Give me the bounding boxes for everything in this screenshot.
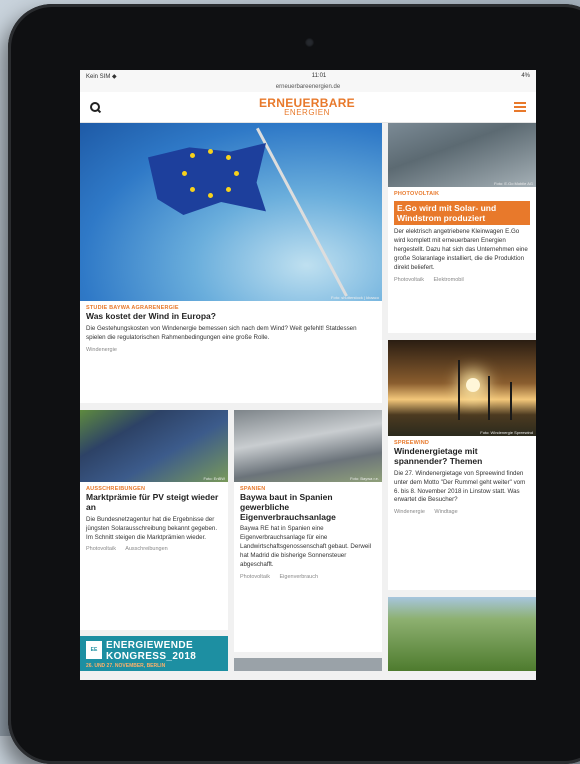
article-title[interactable]: Baywa baut in Spanien gewerbliche Eigenv… bbox=[240, 492, 376, 522]
tag-link[interactable]: Photovoltaik bbox=[394, 277, 424, 283]
image-credit: Foto: Windenergie Spreewind bbox=[480, 430, 533, 435]
address-bar[interactable]: erneuerbareenergien.de bbox=[80, 82, 536, 92]
status-bar: Kein SIM ◆ 11:01 4% bbox=[80, 70, 536, 82]
image-credit: Foto: E.Go Mobile AG bbox=[494, 181, 533, 186]
rooftop-solar-image[interactable]: Foto: Baywa r.e. bbox=[234, 410, 382, 482]
article-card-partial[interactable] bbox=[234, 658, 382, 671]
image-credit: Foto: EnBW bbox=[203, 476, 225, 481]
flag-star bbox=[226, 155, 231, 160]
front-camera bbox=[305, 38, 314, 47]
flag-star bbox=[208, 149, 213, 154]
article-title[interactable]: E.Go wird mit Solar- und Windstrom produ… bbox=[394, 201, 530, 226]
article-card-ego[interactable]: Foto: E.Go Mobile AG Photovoltaik E.Go w… bbox=[388, 123, 536, 333]
clock: 11:01 bbox=[311, 73, 327, 79]
energiewende-kongress-banner[interactable]: EE ENERGIEWENDE KONGRESS_2018 26. UND 27… bbox=[80, 636, 228, 671]
url-text: erneuerbareenergien.de bbox=[275, 84, 341, 90]
tag-link[interactable]: Eigenverbrauch bbox=[280, 574, 319, 580]
tag-link[interactable]: Windenergie bbox=[86, 347, 117, 353]
article-teaser: Die Bundesnetzagentur hat die Ergebnisse… bbox=[86, 515, 218, 541]
search-icon[interactable] bbox=[90, 102, 100, 112]
sun bbox=[466, 378, 480, 392]
wind-turbine bbox=[458, 360, 460, 420]
image-credit: Foto: shutterstock | kbaaco bbox=[331, 295, 379, 300]
banner-line-1: ENERGIEWENDE bbox=[106, 640, 194, 651]
flag-star bbox=[182, 171, 187, 176]
tag-link[interactable]: Photovoltaik bbox=[86, 546, 116, 552]
site-logo[interactable]: ERNEUERBARE ENERGIEN bbox=[259, 97, 355, 117]
tag-link[interactable]: Windtage bbox=[434, 509, 457, 515]
tag-link[interactable]: Photovoltaik bbox=[240, 574, 270, 580]
article-card-baywa[interactable]: Foto: Baywa r.e. Spanien Baywa baut in S… bbox=[234, 410, 382, 652]
site-header: ERNEUERBARE ENERGIEN bbox=[80, 92, 536, 123]
article-tags: Windenergie bbox=[86, 347, 376, 353]
article-teaser: Der elektrisch angetriebene Kleinwagen E… bbox=[394, 228, 528, 272]
image-credit: Foto: Baywa r.e. bbox=[350, 476, 379, 481]
wind-turbines-sunset-image[interactable]: Foto: Windenergie Spreewind bbox=[388, 340, 536, 436]
kongress-badge: EE bbox=[86, 641, 102, 659]
green-landscape-image[interactable] bbox=[388, 597, 536, 671]
article-tags: Photovoltaik Elektromobil bbox=[394, 277, 530, 283]
banner-line-3: 26. UND 27. NOVEMBER, BERLIN bbox=[86, 663, 166, 669]
flag-star bbox=[190, 187, 195, 192]
article-tags: Photovoltaik Ausschreibungen bbox=[86, 546, 222, 552]
logo-line-2: ENERGIEN bbox=[284, 108, 330, 117]
wind-turbine bbox=[510, 382, 512, 420]
article-grid: Foto: shutterstock | kbaaco Studie Baywa… bbox=[80, 123, 536, 671]
flag-star bbox=[190, 153, 195, 158]
article-title[interactable]: Windenergietage mit spannender? Themen bbox=[394, 446, 530, 467]
battery-text: 4% bbox=[521, 73, 530, 79]
tag-link[interactable]: Elektromobil bbox=[434, 277, 464, 283]
tablet-screen: Kein SIM ◆ 11:01 4% erneuerbareenergien.… bbox=[80, 70, 536, 680]
article-card-windtage[interactable]: Foto: Windenergie Spreewind Spreewind Wi… bbox=[388, 340, 536, 590]
article-title[interactable]: Was kostet der Wind in Europa? bbox=[86, 311, 376, 322]
eu-flag-image[interactable]: Foto: shutterstock | kbaaco bbox=[80, 123, 382, 301]
flagpole bbox=[256, 127, 348, 297]
flag-star bbox=[226, 187, 231, 192]
article-teaser: Die Gestehungskosten von Windenergie bem… bbox=[86, 324, 357, 341]
wind-turbine bbox=[488, 376, 490, 420]
article-card-pv[interactable]: Foto: EnBW Ausschreibungen Marktprämie f… bbox=[80, 410, 228, 630]
factory-aerial-image[interactable]: Foto: E.Go Mobile AG bbox=[388, 123, 536, 187]
tag-link[interactable]: Windenergie bbox=[394, 509, 425, 515]
article-teaser: Die 27. Windenergietage von Spreewind fi… bbox=[394, 469, 526, 504]
tablet-frame: Kein SIM ◆ 11:01 4% erneuerbareenergien.… bbox=[8, 4, 580, 764]
carrier-text: Kein SIM ◆ bbox=[86, 73, 117, 80]
article-card-main[interactable]: Foto: shutterstock | kbaaco Studie Baywa… bbox=[80, 123, 382, 403]
tag-link[interactable]: Ausschreibungen bbox=[125, 546, 168, 552]
flag-star bbox=[208, 193, 213, 198]
article-teaser: Baywa RE hat in Spanien eine Eigenverbra… bbox=[240, 525, 372, 569]
article-card-landscape[interactable] bbox=[388, 597, 536, 671]
solar-park-image[interactable]: Foto: EnBW bbox=[80, 410, 228, 482]
article-tags: Windenergie Windtage bbox=[394, 509, 530, 515]
article-kicker: Photovoltaik bbox=[394, 191, 440, 197]
flag-star bbox=[234, 171, 239, 176]
article-title[interactable]: Marktprämie für PV steigt wieder an bbox=[86, 492, 222, 513]
eu-flag bbox=[148, 143, 266, 215]
banner-line-2: KONGRESS_2018 bbox=[106, 651, 197, 662]
hamburger-menu-icon[interactable] bbox=[513, 100, 526, 114]
article-tags: Photovoltaik Eigenverbrauch bbox=[240, 574, 376, 580]
